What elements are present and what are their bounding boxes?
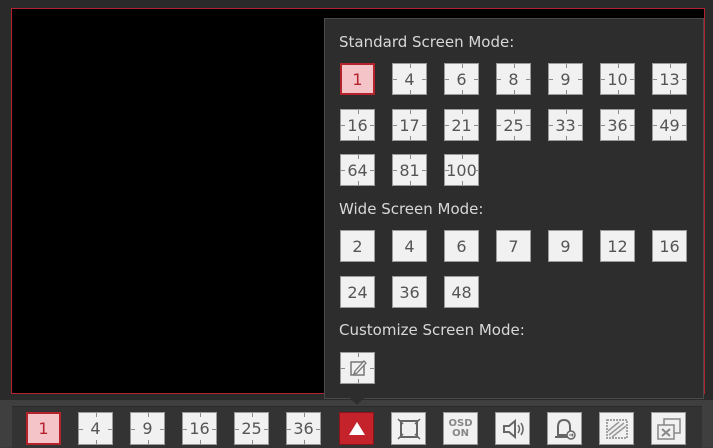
mode-label: 4 — [404, 236, 415, 256]
mode-label: 6 — [456, 236, 467, 256]
standard-screen-mode-title: Standard Screen Mode: — [339, 33, 515, 51]
mode-label: 36 — [607, 115, 628, 135]
region-icon — [605, 418, 628, 439]
osd-line1: OSD — [448, 417, 473, 429]
standard-mode-4[interactable]: 4 — [392, 63, 427, 95]
layout-label: 16 — [189, 419, 210, 438]
standard-mode-25[interactable]: 25 — [496, 109, 531, 141]
mode-label: 13 — [659, 69, 680, 89]
mode-label: 100 — [446, 160, 477, 180]
mode-label: 16 — [347, 115, 368, 135]
layout-36-button[interactable]: 36 — [286, 412, 321, 445]
wide-mode-6[interactable]: 6 — [444, 230, 479, 262]
customize-screen-mode-title: Customize Screen Mode: — [339, 321, 525, 339]
layout-25-button[interactable]: 25 — [234, 412, 269, 445]
layout-label: 9 — [142, 419, 153, 438]
audio-icon — [502, 418, 524, 439]
alarm-icon — [554, 418, 576, 440]
mode-label: 6 — [456, 69, 467, 89]
mode-label: 33 — [555, 115, 576, 135]
standard-mode-21[interactable]: 21 — [444, 109, 479, 141]
standard-mode-33[interactable]: 33 — [548, 109, 583, 141]
standard-mode-64[interactable]: 64 — [340, 154, 375, 186]
standard-mode-16[interactable]: 16 — [340, 109, 375, 141]
customize-mode-button[interactable] — [340, 352, 375, 384]
mode-label: 12 — [607, 236, 628, 256]
layout-label: 4 — [90, 419, 101, 438]
layout-16-button[interactable]: 16 — [182, 412, 217, 445]
edit-icon — [349, 360, 367, 376]
fullscreen-button[interactable] — [391, 412, 426, 445]
audio-button[interactable] — [495, 412, 530, 445]
wide-screen-mode-title: Wide Screen Mode: — [339, 200, 484, 218]
standard-mode-8[interactable]: 8 — [496, 63, 531, 95]
screen-mode-popup: Standard Screen Mode: Wide Screen Mode: … — [324, 18, 704, 399]
region-button[interactable] — [599, 412, 634, 445]
mode-label: 21 — [451, 115, 472, 135]
wide-mode-7[interactable]: 7 — [496, 230, 531, 262]
wide-mode-36[interactable]: 36 — [392, 276, 427, 308]
standard-mode-49[interactable]: 49 — [652, 109, 687, 141]
osd-toggle-button[interactable]: OSD ON — [443, 412, 478, 445]
mode-label: 81 — [399, 160, 420, 180]
standard-mode-6[interactable]: 6 — [444, 63, 479, 95]
mode-label: 9 — [560, 69, 571, 89]
mode-label: 49 — [659, 115, 680, 135]
layout-label: 25 — [241, 419, 262, 438]
mode-label: 2 — [352, 236, 363, 256]
mode-label: 7 — [508, 236, 519, 256]
wide-mode-9[interactable]: 9 — [548, 230, 583, 262]
mode-label: 64 — [347, 160, 368, 180]
mode-label: 4 — [404, 69, 415, 89]
standard-mode-10[interactable]: 10 — [600, 63, 635, 95]
alarm-button[interactable] — [547, 412, 582, 445]
mode-label: 25 — [503, 115, 524, 135]
mode-label: 48 — [451, 282, 472, 302]
layout-label: 1 — [38, 419, 49, 438]
standard-mode-36[interactable]: 36 — [600, 109, 635, 141]
standard-mode-1[interactable]: 1 — [340, 63, 375, 95]
mode-label: 24 — [347, 282, 368, 302]
mode-label: 16 — [659, 236, 680, 256]
mode-label: 1 — [352, 69, 363, 89]
screen-mode-toggle-button[interactable] — [339, 412, 374, 445]
layout-9-button[interactable]: 9 — [130, 412, 165, 445]
standard-mode-9[interactable]: 9 — [548, 63, 583, 95]
wide-mode-16[interactable]: 16 — [652, 230, 687, 262]
mode-label: 8 — [508, 69, 519, 89]
wide-mode-24[interactable]: 24 — [340, 276, 375, 308]
standard-mode-81[interactable]: 81 — [392, 154, 427, 186]
standard-mode-17[interactable]: 17 — [392, 109, 427, 141]
close-all-button[interactable] — [651, 412, 686, 445]
standard-mode-100[interactable]: 100 — [444, 154, 479, 186]
mode-label: 36 — [399, 282, 420, 302]
layout-label: 36 — [293, 419, 314, 438]
layout-4-button[interactable]: 4 — [78, 412, 113, 445]
mode-label: 17 — [399, 115, 420, 135]
wide-mode-12[interactable]: 12 — [600, 230, 635, 262]
popup-pointer — [350, 398, 364, 405]
wide-mode-2[interactable]: 2 — [340, 230, 375, 262]
mode-label: 9 — [560, 236, 571, 256]
fullscreen-icon — [396, 417, 421, 440]
mode-label: 10 — [607, 69, 628, 89]
wide-mode-48[interactable]: 48 — [444, 276, 479, 308]
standard-mode-13[interactable]: 13 — [652, 63, 687, 95]
close-all-icon — [656, 417, 681, 440]
layout-1-button[interactable]: 1 — [26, 412, 61, 445]
osd-line2: ON — [452, 427, 469, 439]
wide-mode-4[interactable]: 4 — [392, 230, 427, 262]
